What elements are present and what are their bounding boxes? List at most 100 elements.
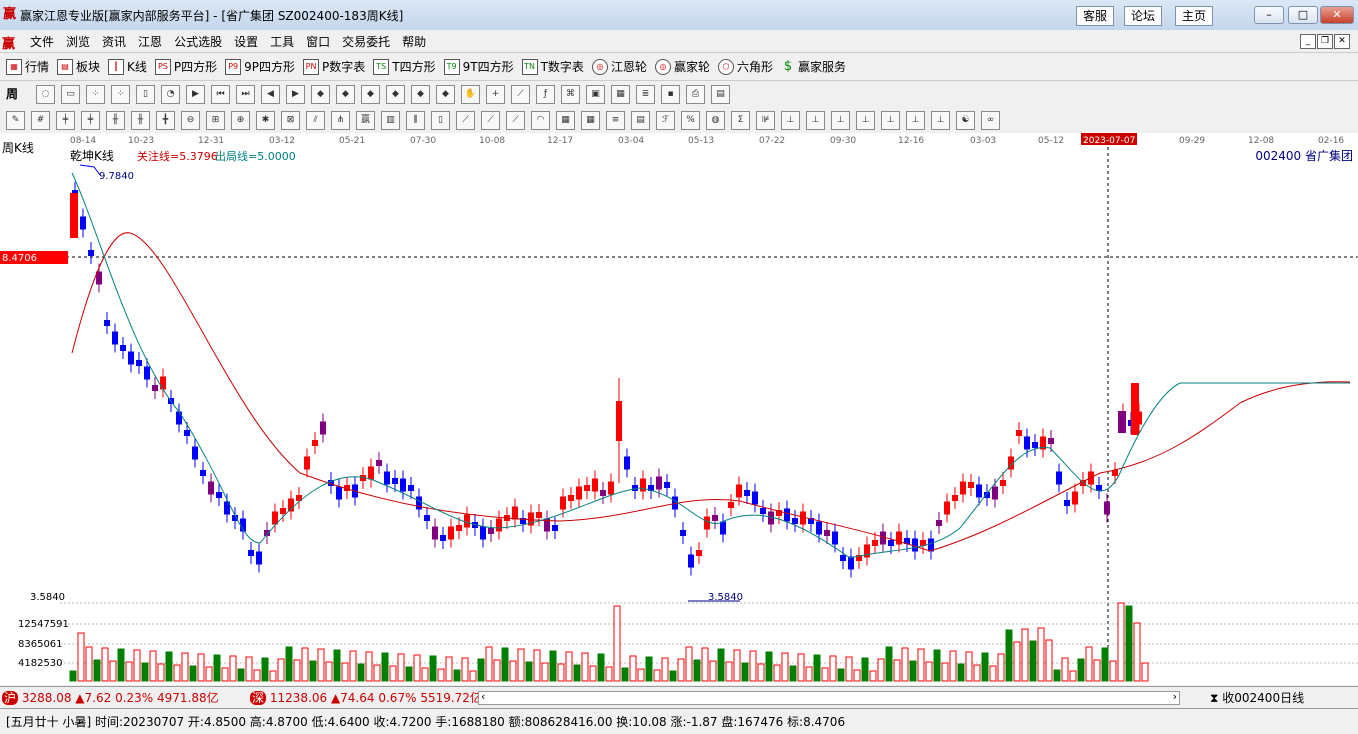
fork-icon[interactable]: ⋔ bbox=[331, 111, 350, 130]
clipboard-icon[interactable]: ▯ bbox=[136, 85, 155, 104]
period-dropdown[interactable]: 周 bbox=[6, 85, 18, 102]
sh-index[interactable]: 沪 3288.08 ▲7.62 0.23% 4971.88亿 bbox=[2, 689, 219, 706]
hash-icon[interactable]: # bbox=[31, 111, 50, 130]
menu-trade[interactable]: 交易委托 bbox=[336, 33, 396, 50]
flag-icon[interactable]: ▶ bbox=[186, 85, 205, 104]
line-tool-2-icon[interactable]: ╪ bbox=[81, 111, 100, 130]
chart-small-icon[interactable]: ⁘ bbox=[86, 85, 105, 104]
forum-link[interactable]: 论坛 bbox=[1124, 6, 1163, 26]
mesh2-icon[interactable]: ▦ bbox=[581, 111, 600, 130]
tool-g-icon[interactable]: ⊥ bbox=[931, 111, 950, 130]
mdi-close-button[interactable]: ✕ bbox=[1334, 34, 1350, 49]
chart-area[interactable]: 08-14 10-23 12-31 03-12 05-21 07-30 10-08 12-17… bbox=[0, 133, 1358, 685]
box-icon[interactable]: ⊠ bbox=[281, 111, 300, 130]
sigma-icon[interactable]: Σ bbox=[731, 111, 750, 130]
table-icon[interactable]: ▤ bbox=[631, 111, 650, 130]
diamond4-icon[interactable]: ◆ bbox=[386, 85, 405, 104]
target-icon[interactable]: ⊕ bbox=[231, 111, 250, 130]
mdi-minimize-button[interactable]: _ bbox=[1300, 34, 1316, 49]
fib-icon[interactable]: ℱ bbox=[656, 111, 675, 130]
calc-icon[interactable]: ▦ bbox=[611, 85, 630, 104]
infinity-icon[interactable]: ∞ bbox=[981, 111, 1000, 130]
toolbar-p-table[interactable]: PN P数字表 bbox=[303, 58, 365, 75]
menu-settings[interactable]: 设置 bbox=[228, 33, 264, 50]
time-zone-icon[interactable]: ⊯ bbox=[756, 111, 775, 130]
lines-icon[interactable]: ≡ bbox=[606, 111, 625, 130]
tool-b-icon[interactable]: ⊥ bbox=[806, 111, 825, 130]
line-tool-1-icon[interactable]: ╪ bbox=[56, 111, 75, 130]
kefu-link[interactable]: 客服 bbox=[1076, 6, 1115, 26]
toolbar-hexagon[interactable]: ⬡ 六角形 bbox=[717, 58, 773, 75]
fan3-icon[interactable]: ⟋ bbox=[481, 111, 500, 130]
last-icon[interactable]: ⏭ bbox=[236, 85, 255, 104]
coin-icon[interactable]: ◍ bbox=[706, 111, 725, 130]
compass-icon[interactable]: ✱ bbox=[256, 111, 275, 130]
crosshair-icon[interactable]: + bbox=[486, 85, 505, 104]
line-tool-4-icon[interactable]: ╫ bbox=[131, 111, 150, 130]
menu-file[interactable]: 文件 bbox=[24, 33, 60, 50]
close-button[interactable]: ✕ bbox=[1320, 6, 1354, 24]
arc-icon[interactable]: ◠ bbox=[531, 111, 550, 130]
diamond5-icon[interactable]: ◆ bbox=[411, 85, 430, 104]
line-tool-3-icon[interactable]: ╫ bbox=[106, 111, 125, 130]
toolbar-p-square[interactable]: PS P四方形 bbox=[154, 58, 217, 75]
line-tool-5-icon[interactable]: ╋ bbox=[156, 111, 175, 130]
hand-icon[interactable]: ✋ bbox=[461, 85, 480, 104]
scroll-right-icon[interactable]: › bbox=[1173, 690, 1177, 703]
list-icon[interactable]: ≣ bbox=[636, 85, 655, 104]
daily-kline-link[interactable]: ⧗ 收002400日线 bbox=[1210, 689, 1304, 706]
menu-formula[interactable]: 公式选股 bbox=[168, 33, 228, 50]
toolbar-service[interactable]: $ 赢家服务 bbox=[781, 58, 846, 75]
toolbar-hangqing[interactable]: ▦ 行情 bbox=[6, 58, 49, 75]
chart-small2-icon[interactable]: ⁘ bbox=[111, 85, 130, 104]
first-icon[interactable]: ⏮ bbox=[211, 85, 230, 104]
gauge-icon[interactable]: ◔ bbox=[161, 85, 180, 104]
menu-info[interactable]: 资讯 bbox=[96, 33, 132, 50]
toolbar-t-square[interactable]: TS T四方形 bbox=[373, 58, 436, 75]
mesh-icon[interactable]: ▦ bbox=[556, 111, 575, 130]
rect-icon[interactable]: ▯ bbox=[431, 111, 450, 130]
toolbar-t-table[interactable]: TN T数字表 bbox=[521, 58, 584, 75]
diamond3-icon[interactable]: ◆ bbox=[361, 85, 380, 104]
kline-chart[interactable]: 08-14 10-23 12-31 03-12 05-21 07-30 10-08 12-17… bbox=[0, 133, 1358, 685]
menu-window[interactable]: 窗口 bbox=[300, 33, 336, 50]
toolbar-kline[interactable]: ┃ K线 bbox=[108, 58, 147, 75]
menu-help[interactable]: 帮助 bbox=[396, 33, 432, 50]
diamond1-icon[interactable]: ◆ bbox=[311, 85, 330, 104]
home-link[interactable]: 主页 bbox=[1175, 6, 1214, 26]
pattern-icon[interactable]: ⌘ bbox=[561, 85, 580, 104]
draw-icon[interactable]: ⟋ bbox=[511, 85, 530, 104]
scroll-left-icon[interactable]: ‹ bbox=[481, 690, 485, 703]
copy-icon[interactable]: ▭ bbox=[61, 85, 80, 104]
diamond2-icon[interactable]: ◆ bbox=[336, 85, 355, 104]
percent-icon[interactable]: % bbox=[681, 111, 700, 130]
mdi-restore-button[interactable]: ❐ bbox=[1317, 34, 1333, 49]
toolbar-9t-square[interactable]: T9 9T四方形 bbox=[443, 58, 514, 75]
toolbar-gann-wheel[interactable]: ◎ 江恩轮 bbox=[591, 58, 647, 75]
tool-e-icon[interactable]: ⊥ bbox=[881, 111, 900, 130]
pen-icon[interactable]: ✎ bbox=[6, 111, 25, 130]
minimize-button[interactable]: – bbox=[1254, 6, 1284, 24]
fan4-icon[interactable]: ⟋ bbox=[506, 111, 525, 130]
tool-a-icon[interactable]: ⊥ bbox=[781, 111, 800, 130]
toolbar-winner-wheel[interactable]: ◎ 赢家轮 bbox=[654, 58, 710, 75]
tool-d-icon[interactable]: ⊥ bbox=[856, 111, 875, 130]
print-icon[interactable]: ⎙ bbox=[686, 85, 705, 104]
win-icon[interactable]: 赢 bbox=[356, 111, 375, 130]
calendar-icon[interactable]: ▣ bbox=[586, 85, 605, 104]
circle-tool-icon[interactable]: ⊖ bbox=[181, 111, 200, 130]
tool-c-icon[interactable]: ⊥ bbox=[831, 111, 850, 130]
diamond6-icon[interactable]: ◆ bbox=[436, 85, 455, 104]
fan-icon[interactable]: ⫽ bbox=[306, 111, 325, 130]
save-icon[interactable]: ▪ bbox=[661, 85, 680, 104]
zoom-icon[interactable]: ◌ bbox=[36, 85, 55, 104]
menu-gann[interactable]: 江恩 bbox=[132, 33, 168, 50]
menu-tools[interactable]: 工具 bbox=[264, 33, 300, 50]
left-icon[interactable]: ◀ bbox=[261, 85, 280, 104]
right-icon[interactable]: ▶ bbox=[286, 85, 305, 104]
toolbar-bankuai[interactable]: ▤ 板块 bbox=[57, 58, 100, 75]
maximize-button[interactable]: □ bbox=[1288, 6, 1318, 24]
menu-browse[interactable]: 浏览 bbox=[60, 33, 96, 50]
fan2-icon[interactable]: ⟋ bbox=[456, 111, 475, 130]
ladder-icon[interactable]: ▥ bbox=[381, 111, 400, 130]
